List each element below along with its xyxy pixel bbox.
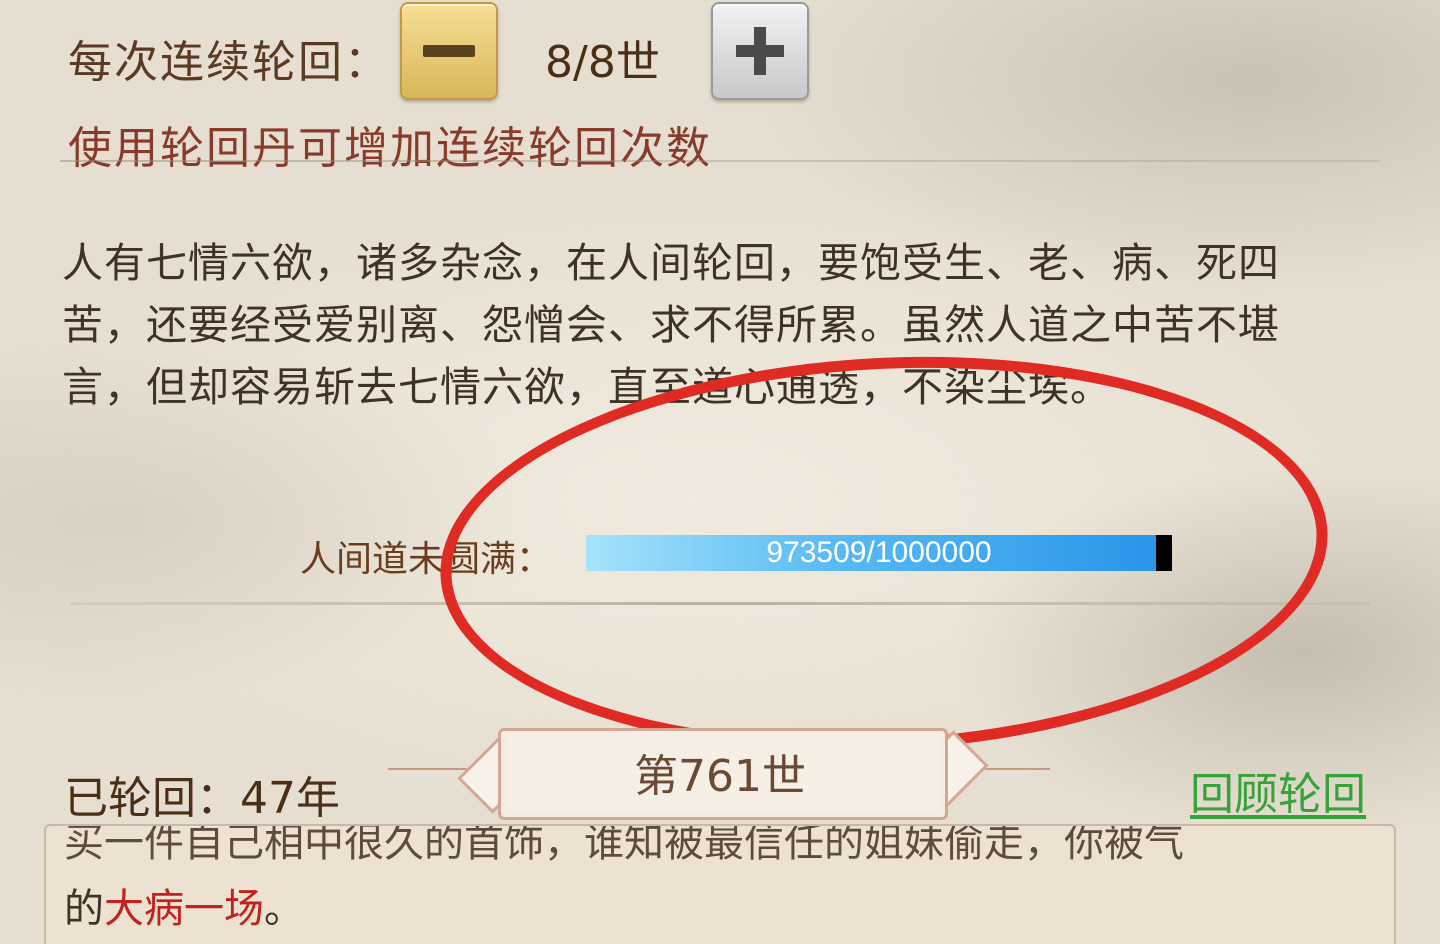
event-log-panel[interactable]: 买一件自己相中很久的首饰，谁知被最信任的姐妹偷走，你被气 的大病一场。 xyxy=(44,824,1396,944)
log-entry: 的大病一场。 xyxy=(64,876,304,934)
continuous-reincarnation-label: 每次连续轮回： xyxy=(68,37,390,88)
middle-divider xyxy=(70,602,1370,605)
log-suffix: 。 xyxy=(264,886,304,932)
log-prefix: 的 xyxy=(64,886,104,932)
description-line: 言，但却容易斩去七情六欲，直至道心通透，不染尘埃。 xyxy=(62,363,1112,411)
life-banner-text: 第761世 xyxy=(634,751,806,802)
top-divider xyxy=(60,160,1380,162)
review-reincarnation-link[interactable]: 回顾轮回 xyxy=(1190,758,1366,822)
increase-button[interactable] xyxy=(711,2,809,100)
log-highlight: 大病一场 xyxy=(104,886,264,932)
log-entry-previous: 买一件自己相中很久的首饰，谁知被最信任的姐妹偷走，你被气 xyxy=(64,824,1184,866)
description-line: 人有七情六欲，诸多杂念，在人间轮回，要饱受生、老、病、死四 xyxy=(62,239,1280,287)
reincarnated-duration: 已轮回：47年 xyxy=(64,773,340,824)
progress-bar: 973509/1000000 xyxy=(586,535,1172,571)
description: 人有七情六欲，诸多杂念，在人间轮回，要饱受生、老、病、死四 苦，还要经受爱别离、… xyxy=(62,232,1382,418)
minus-icon xyxy=(423,45,475,57)
description-line: 苦，还要经受爱别离、怨憎会、求不得所累。虽然人道之中苦不堪 xyxy=(62,301,1280,349)
progress-text: 973509/1000000 xyxy=(766,536,992,569)
reincarnation-count: 8/8世 xyxy=(545,37,660,88)
decrease-button[interactable] xyxy=(400,2,498,100)
hint-text: 使用轮回丹可增加连续轮回次数 xyxy=(68,123,712,174)
progress-label: 人间道未圆满： xyxy=(300,539,553,580)
